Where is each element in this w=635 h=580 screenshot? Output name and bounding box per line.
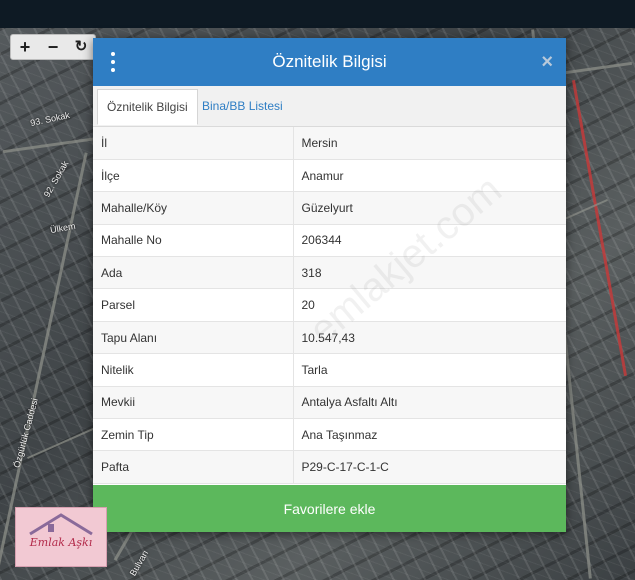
table-row: Zemin Tip Ana Taşınmaz (93, 418, 566, 452)
attribute-key: Pafta (93, 450, 294, 484)
modal-tabs: Öznitelik Bilgisi Bina/BB Listesi (93, 86, 566, 127)
attribute-key: Mahalle/Köy (93, 191, 294, 225)
attribute-key: Zemin Tip (93, 418, 294, 452)
table-row: Mahalle/Köy Güzelyurt (93, 191, 566, 225)
table-row: İlçe Anamur (93, 159, 566, 193)
attribute-key: Tapu Alanı (93, 321, 294, 355)
attribute-key: Nitelik (93, 353, 294, 387)
attribute-value: Anamur (293, 159, 566, 193)
attribute-value: Mersin (293, 127, 566, 160)
house-roof-icon (29, 513, 93, 536)
attribute-key: Mahalle No (93, 224, 294, 258)
table-row: İl Mersin (93, 127, 566, 160)
attribute-value: Ana Taşınmaz (293, 418, 566, 452)
logo-text: Emlak Aşkı (29, 536, 93, 549)
refresh-button[interactable]: ↻ (67, 35, 95, 59)
table-row: Nitelik Tarla (93, 353, 566, 387)
street-label: 92. Sokak (41, 159, 71, 199)
table-row: Pafta P29-C-17-C-1-C (93, 450, 566, 484)
zoom-in-button[interactable]: + (11, 35, 39, 59)
street-label: Özgürlük Caddesi (11, 397, 40, 469)
attribute-table: İl Mersin İlçe Anamur Mahalle/Köy Güzelyurt Ma… (93, 127, 566, 484)
emlak-aski-logo: Emlak Aşkı (15, 507, 107, 567)
attribute-key: Ada (93, 256, 294, 290)
table-row: Mevkii Antalya Asfaltı Altı (93, 386, 566, 420)
table-row: Mahalle No 206344 (93, 224, 566, 258)
add-to-favorites-button[interactable]: Favorilere ekle (93, 485, 566, 532)
attribute-value: 20 (293, 288, 566, 322)
street-label: 93. Sokak (29, 109, 71, 129)
table-row: Tapu Alanı 10.547,43 (93, 321, 566, 355)
attribute-value: 206344 (293, 224, 566, 258)
attribute-value: P29-C-17-C-1-C (293, 450, 566, 484)
street-label: Bulvarı (127, 548, 151, 578)
attribute-value: Antalya Asfaltı Altı (293, 386, 566, 420)
modal-header: Öznitelik Bilgisi × (93, 38, 566, 86)
attribute-key: Parsel (93, 288, 294, 322)
zoom-out-button[interactable]: − (39, 35, 67, 59)
tab-attribute-info[interactable]: Öznitelik Bilgisi (97, 89, 198, 125)
attribute-key: Mevkii (93, 386, 294, 420)
table-row: Ada 318 (93, 256, 566, 290)
tab-building-list[interactable]: Bina/BB Listesi (193, 89, 292, 125)
attribute-key: İl (93, 127, 294, 160)
kebab-menu-icon[interactable] (109, 52, 117, 72)
attribute-value: 10.547,43 (293, 321, 566, 355)
attribute-key: İlçe (93, 159, 294, 193)
modal-title: Öznitelik Bilgisi (272, 52, 387, 71)
attribute-info-modal: Öznitelik Bilgisi × Öznitelik Bilgisi Bi… (93, 38, 566, 532)
street-label: Ülkem (49, 220, 77, 236)
attribute-value: Tarla (293, 353, 566, 387)
attribute-value: Güzelyurt (293, 191, 566, 225)
attribute-value: 318 (293, 256, 566, 290)
map-zoom-controls: + − ↻ (10, 34, 96, 60)
close-icon[interactable]: × (541, 50, 553, 74)
table-row: Parsel 20 (93, 288, 566, 322)
road-highlighted (571, 80, 628, 376)
